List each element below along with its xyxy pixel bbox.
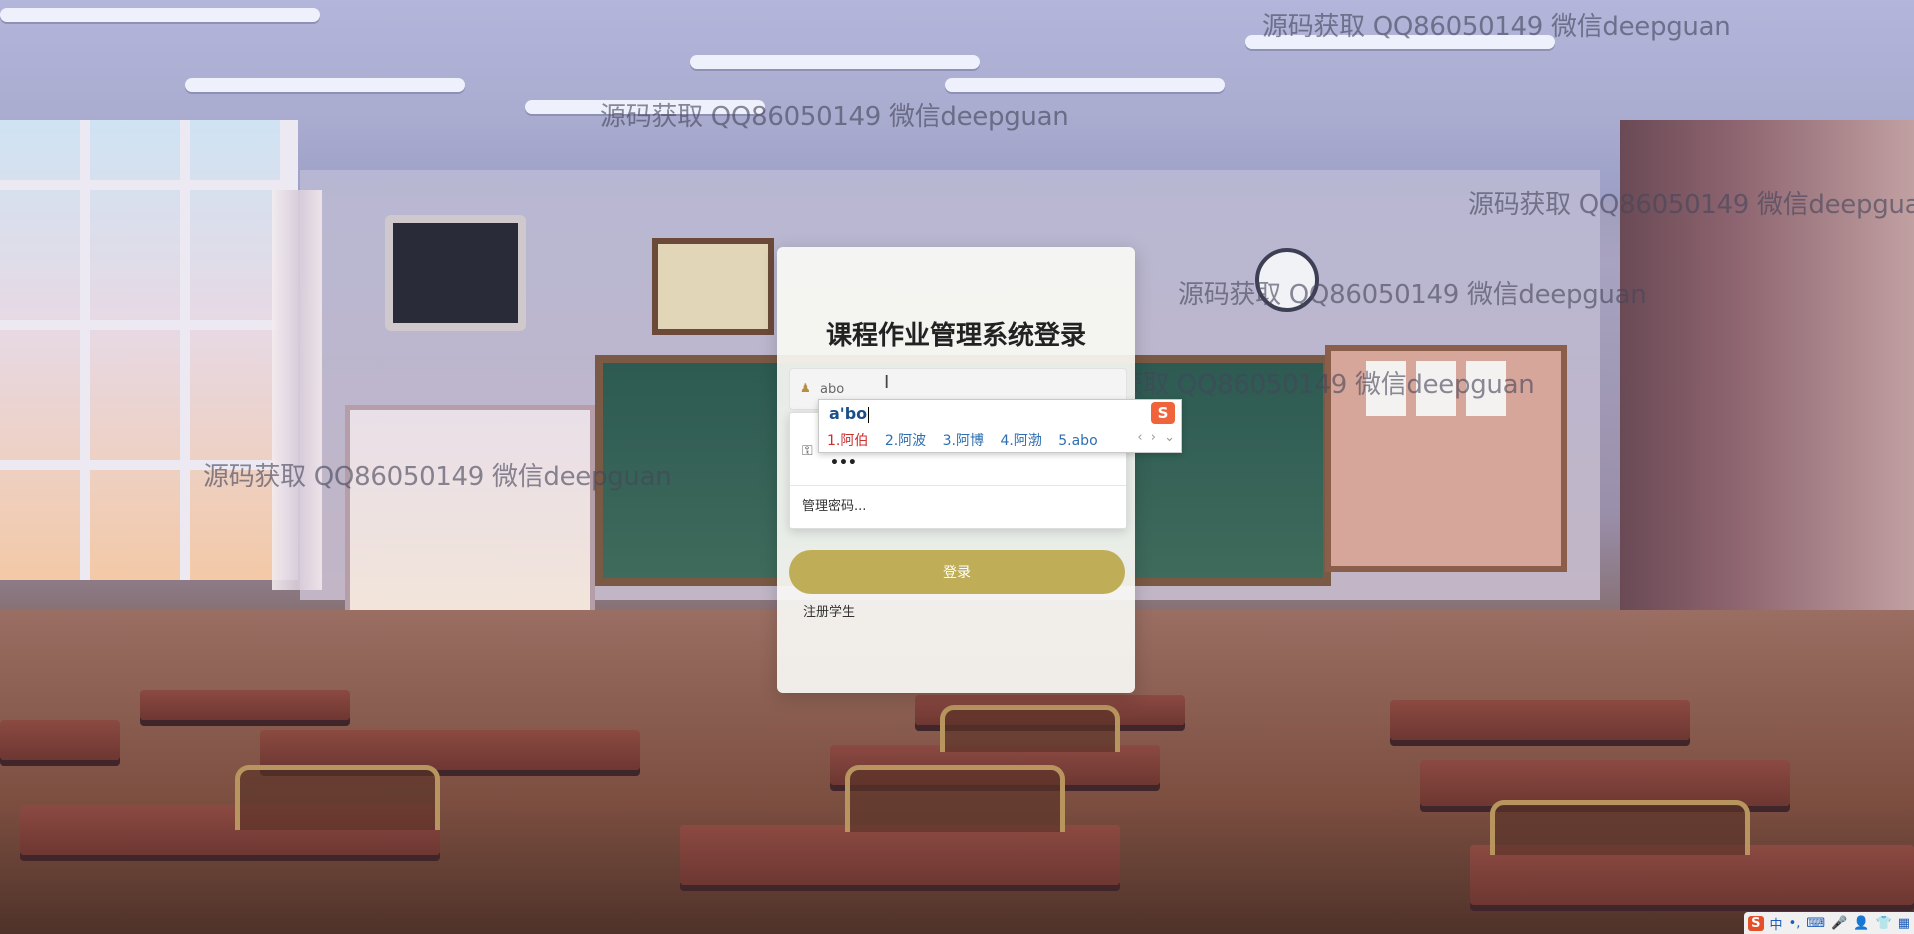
curtain	[272, 190, 322, 590]
page-title: 课程作业管理系统登录	[825, 321, 1086, 351]
ime-composition: a'bo	[829, 404, 868, 423]
prev-page-icon[interactable]: ‹	[1137, 430, 1142, 445]
ime-candidates: 1.阿伯 2.阿波 3.阿博 4.阿渤 5.abo	[827, 430, 1110, 450]
username-input[interactable]	[818, 377, 1112, 401]
chinese-mode-icon[interactable]: 中	[1770, 914, 1783, 933]
login-button[interactable]: 登录	[789, 550, 1125, 594]
password-mask: •••	[830, 455, 857, 471]
punctuation-icon[interactable]: •,	[1789, 916, 1801, 931]
microphone-icon[interactable]: 🎤	[1831, 916, 1847, 931]
chair	[235, 765, 440, 830]
ime-candidate[interactable]: 3.阿博	[943, 433, 984, 449]
user-icon: ♟	[800, 381, 811, 395]
ceiling-light	[690, 55, 980, 69]
ime-nav: ‹ › ⌄	[1133, 430, 1175, 445]
desk	[0, 720, 120, 760]
text-cursor-icon: I	[884, 372, 890, 393]
classroom-window	[0, 120, 298, 580]
user-icon[interactable]: 👤	[1853, 916, 1869, 931]
ceiling-light	[0, 8, 320, 22]
keyboard-icon[interactable]: ⌨	[1806, 916, 1825, 931]
chair	[940, 705, 1120, 752]
manage-passwords-link[interactable]: 管理密码...	[802, 495, 866, 514]
wall-frame	[652, 238, 774, 335]
ime-candidate[interactable]: 5.abo	[1058, 433, 1097, 449]
ime-candidate[interactable]: 2.阿波	[885, 433, 926, 449]
chair	[1490, 800, 1750, 855]
bookshelf	[345, 405, 595, 645]
desk	[1390, 700, 1690, 740]
desk	[680, 825, 1120, 885]
watermark: 源码获取 QQ86050149 微信deepguan	[600, 102, 1069, 132]
watermark: 源码获取 QQ86050149 微信deepguan	[203, 462, 672, 492]
tv	[385, 215, 526, 331]
ceiling-light	[185, 78, 465, 92]
toolbox-icon[interactable]: ▦	[1898, 916, 1910, 931]
chair	[845, 765, 1065, 832]
watermark: 源码获取 QQ86050149 微信deepguan	[1468, 190, 1914, 220]
sogou-tray-icon[interactable]: S	[1748, 915, 1764, 931]
ime-toolbar: S 中 •, ⌨ 🎤 👤 👕 ▦	[1744, 912, 1914, 934]
divider	[790, 485, 1126, 486]
ceiling-light	[945, 78, 1225, 92]
watermark: 源码获取 QQ86050149 微信deepguan	[1262, 12, 1731, 42]
sogou-logo-icon: S	[1151, 402, 1175, 424]
key-icon: ⚿	[802, 443, 813, 459]
watermark: 源码获取 QQ86050149 微信deepguan	[1066, 370, 1535, 400]
login-card: 课程作业管理系统登录 ♟ ⚿ ••• 管理密码... 登录 注册学生	[777, 247, 1135, 693]
skin-icon[interactable]: 👕	[1876, 916, 1892, 931]
expand-icon[interactable]: ⌄	[1164, 430, 1175, 445]
desk	[140, 690, 350, 720]
next-page-icon[interactable]: ›	[1151, 430, 1156, 445]
desk	[260, 730, 640, 770]
ime-candidate[interactable]: 1.阿伯	[827, 433, 868, 449]
ime-candidate[interactable]: 4.阿渤	[1000, 433, 1041, 449]
register-student-link[interactable]: 注册学生	[803, 601, 855, 620]
watermark: 源码获取 QQ86050149 微信deepguan	[1178, 280, 1647, 310]
ime-candidate-window: a'bo S 1.阿伯 2.阿波 3.阿博 4.阿渤 5.abo ‹ › ⌄	[818, 399, 1182, 453]
